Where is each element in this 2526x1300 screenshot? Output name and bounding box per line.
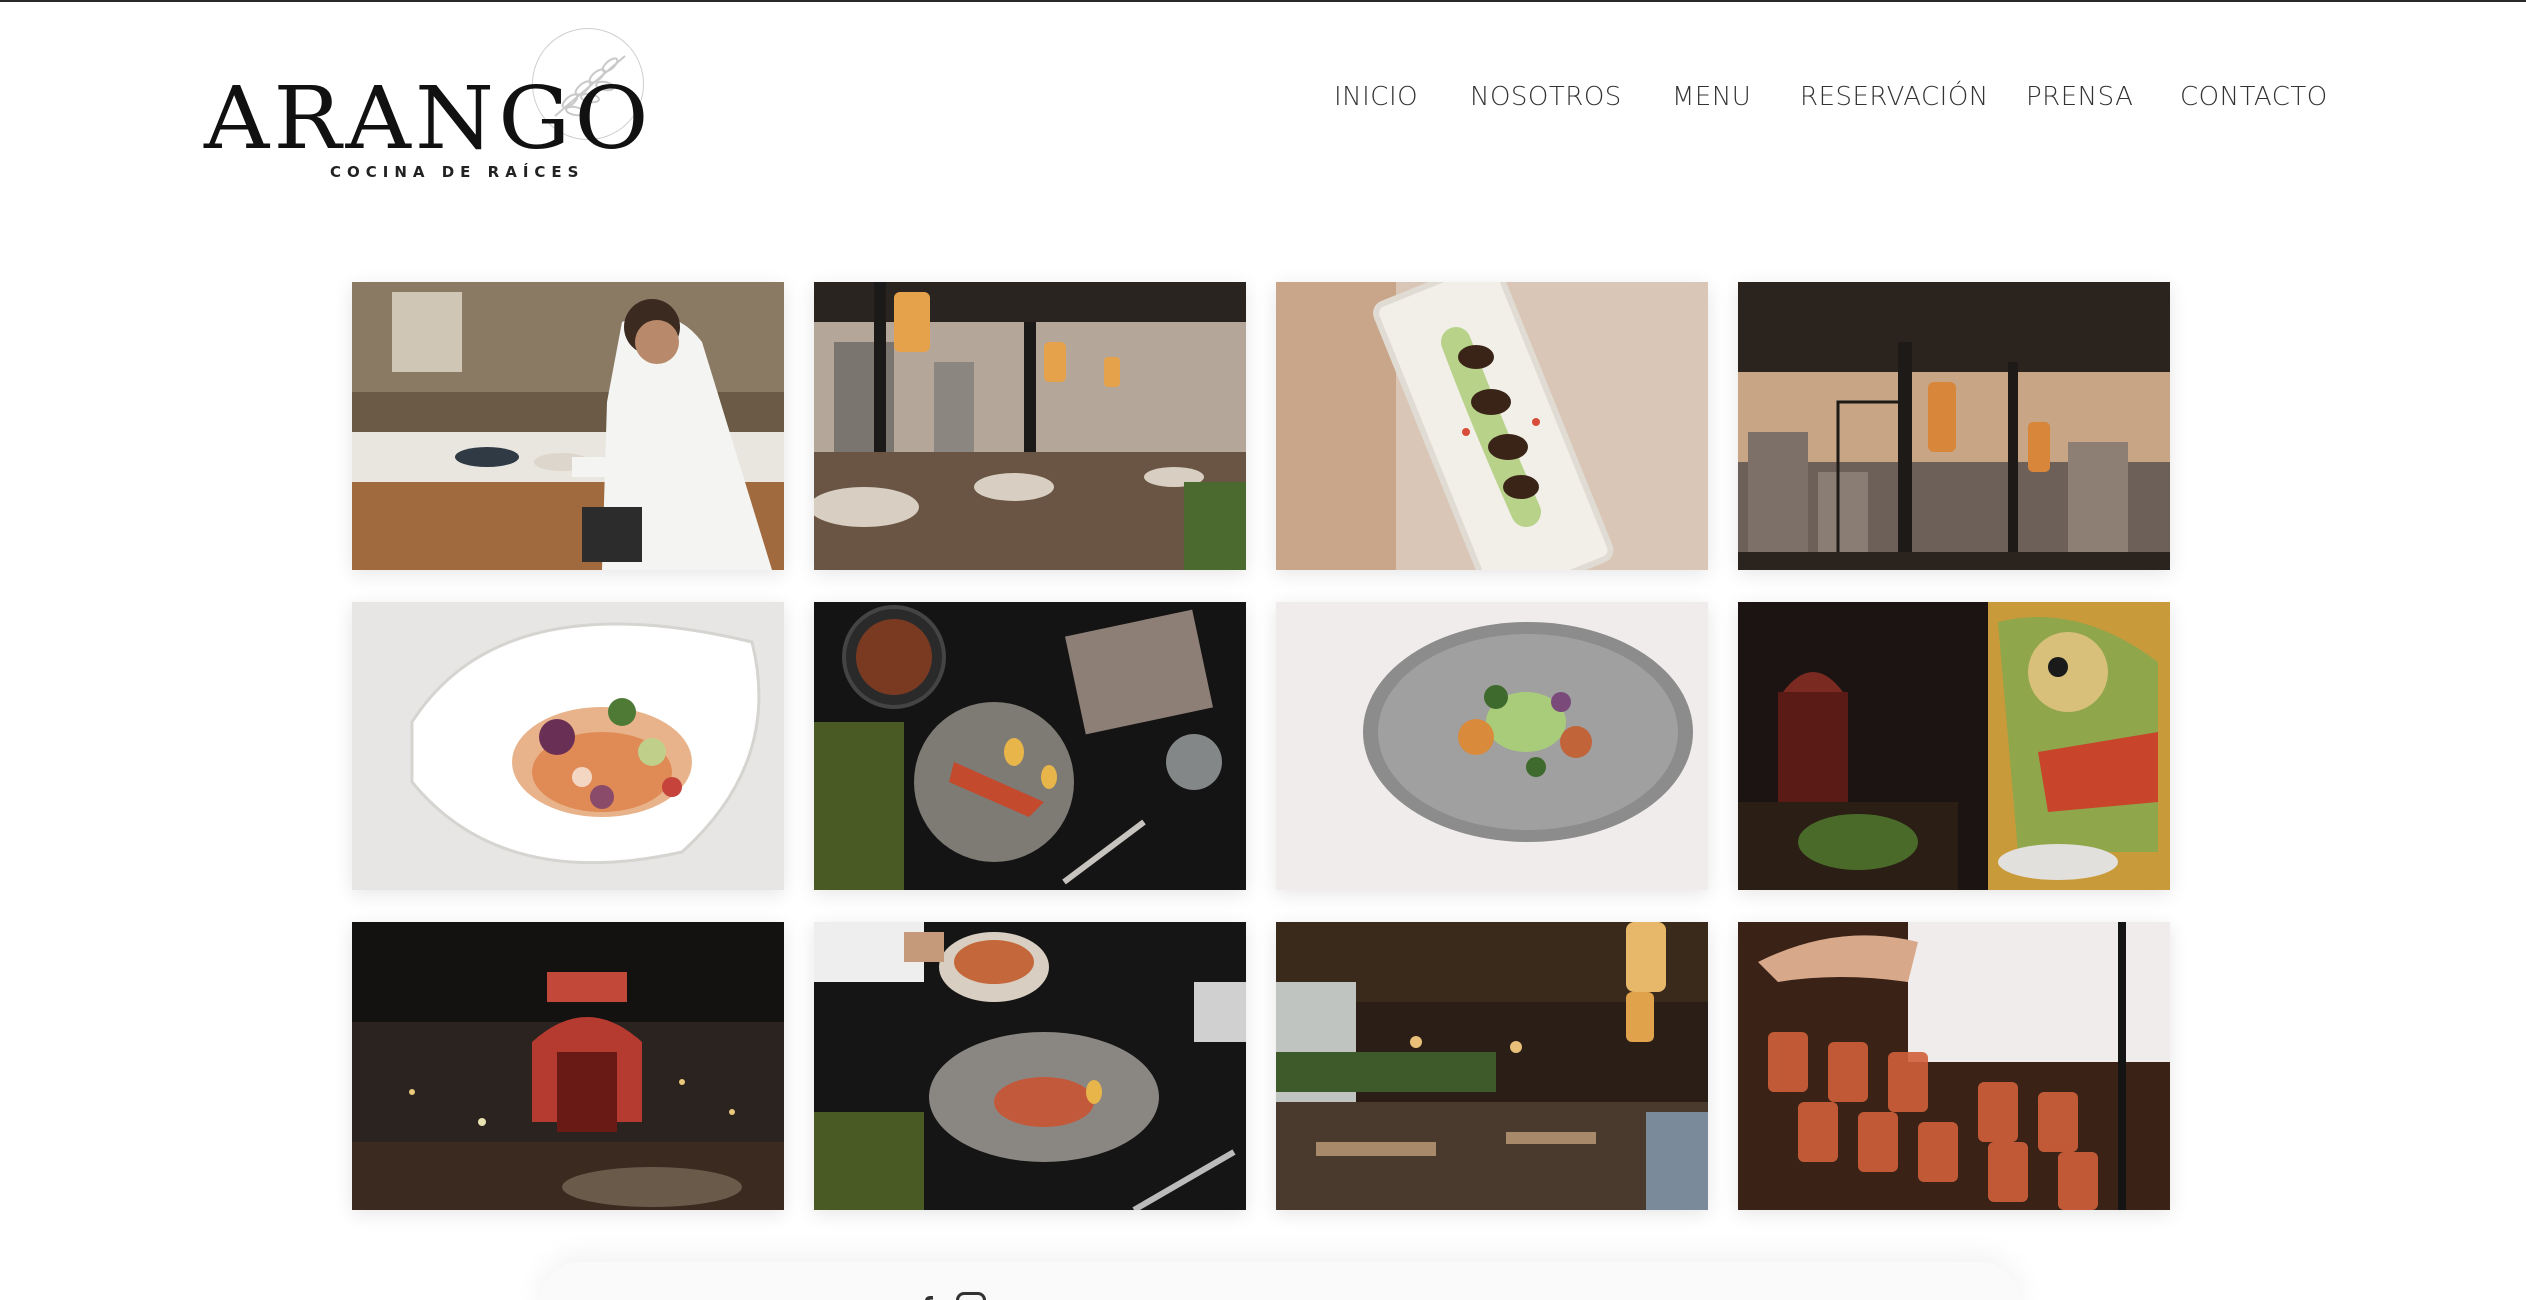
site-header: ARANGO COCINA DE RAÍCES INICIO NOSOTROS …: [0, 0, 2526, 200]
salad-bowl-photo[interactable]: [352, 602, 784, 890]
terrace-sunset-photo[interactable]: [1738, 282, 2170, 570]
nav-item-inicio[interactable]: INICIO: [1334, 82, 1418, 112]
instagram-icon[interactable]: [956, 1292, 986, 1300]
chef-plating-photo[interactable]: [352, 282, 784, 570]
table-dishes-photo[interactable]: [814, 602, 1246, 890]
gray-plate-dish-photo[interactable]: [1276, 602, 1708, 890]
facebook-icon[interactable]: [920, 1295, 934, 1300]
nav-item-contacto[interactable]: CONTACTO: [2180, 82, 2328, 112]
nav-item-nosotros[interactable]: NOSOTROS: [1470, 82, 1622, 112]
mural-terrace-photo[interactable]: [1738, 602, 2170, 890]
dining-room-photo[interactable]: [1276, 922, 1708, 1210]
site-footer: [540, 1262, 2020, 1300]
nav-item-menu[interactable]: MENU: [1672, 82, 1751, 112]
photo-gallery: [352, 282, 2174, 1210]
nav-item-reservacion[interactable]: RESERVACIÓN: [1800, 82, 1989, 112]
brand-logo[interactable]: ARANGO COCINA DE RAÍCES: [200, 22, 660, 192]
nav-item-prensa[interactable]: PRENSA: [2026, 82, 2133, 112]
brand-tagline: COCINA DE RAÍCES: [330, 163, 585, 181]
brand-name: ARANGO: [204, 69, 653, 169]
plated-dish-photo[interactable]: [1276, 282, 1708, 570]
terrace-dining-photo[interactable]: [814, 282, 1246, 570]
cocktails-bar-photo[interactable]: [1738, 922, 2170, 1210]
serving-dish-photo[interactable]: [814, 922, 1246, 1210]
monument-night-photo[interactable]: [352, 922, 784, 1210]
social-links: [920, 1292, 986, 1300]
